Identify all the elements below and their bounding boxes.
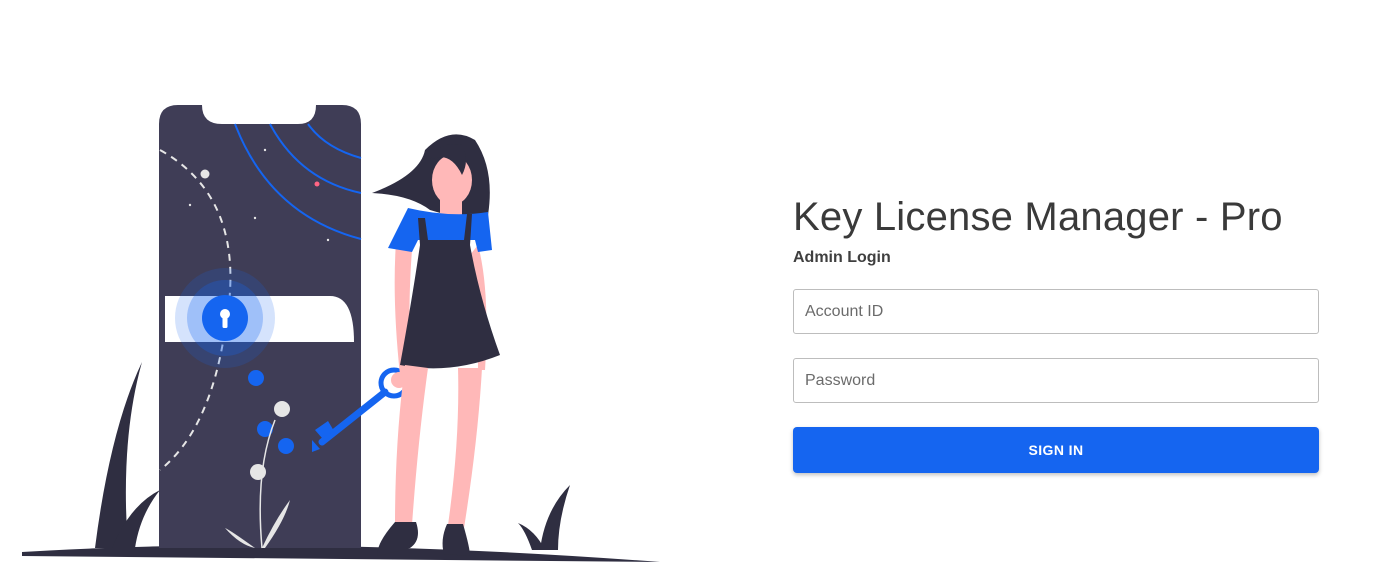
woman-figure [372,134,500,556]
login-panel: Key License Manager - Pro Admin Login SI… [793,193,1319,473]
page-title: Key License Manager - Pro [793,195,1283,239]
login-illustration [22,105,660,562]
page-subtitle: Admin Login [793,249,891,266]
login-page: Key License Manager - Pro Admin Login SI… [0,0,1398,580]
right-leaf-icon [540,485,570,550]
password-input[interactable] [793,358,1319,403]
account-id-input[interactable] [793,289,1319,334]
sign-in-button[interactable]: SIGN IN [793,427,1319,473]
